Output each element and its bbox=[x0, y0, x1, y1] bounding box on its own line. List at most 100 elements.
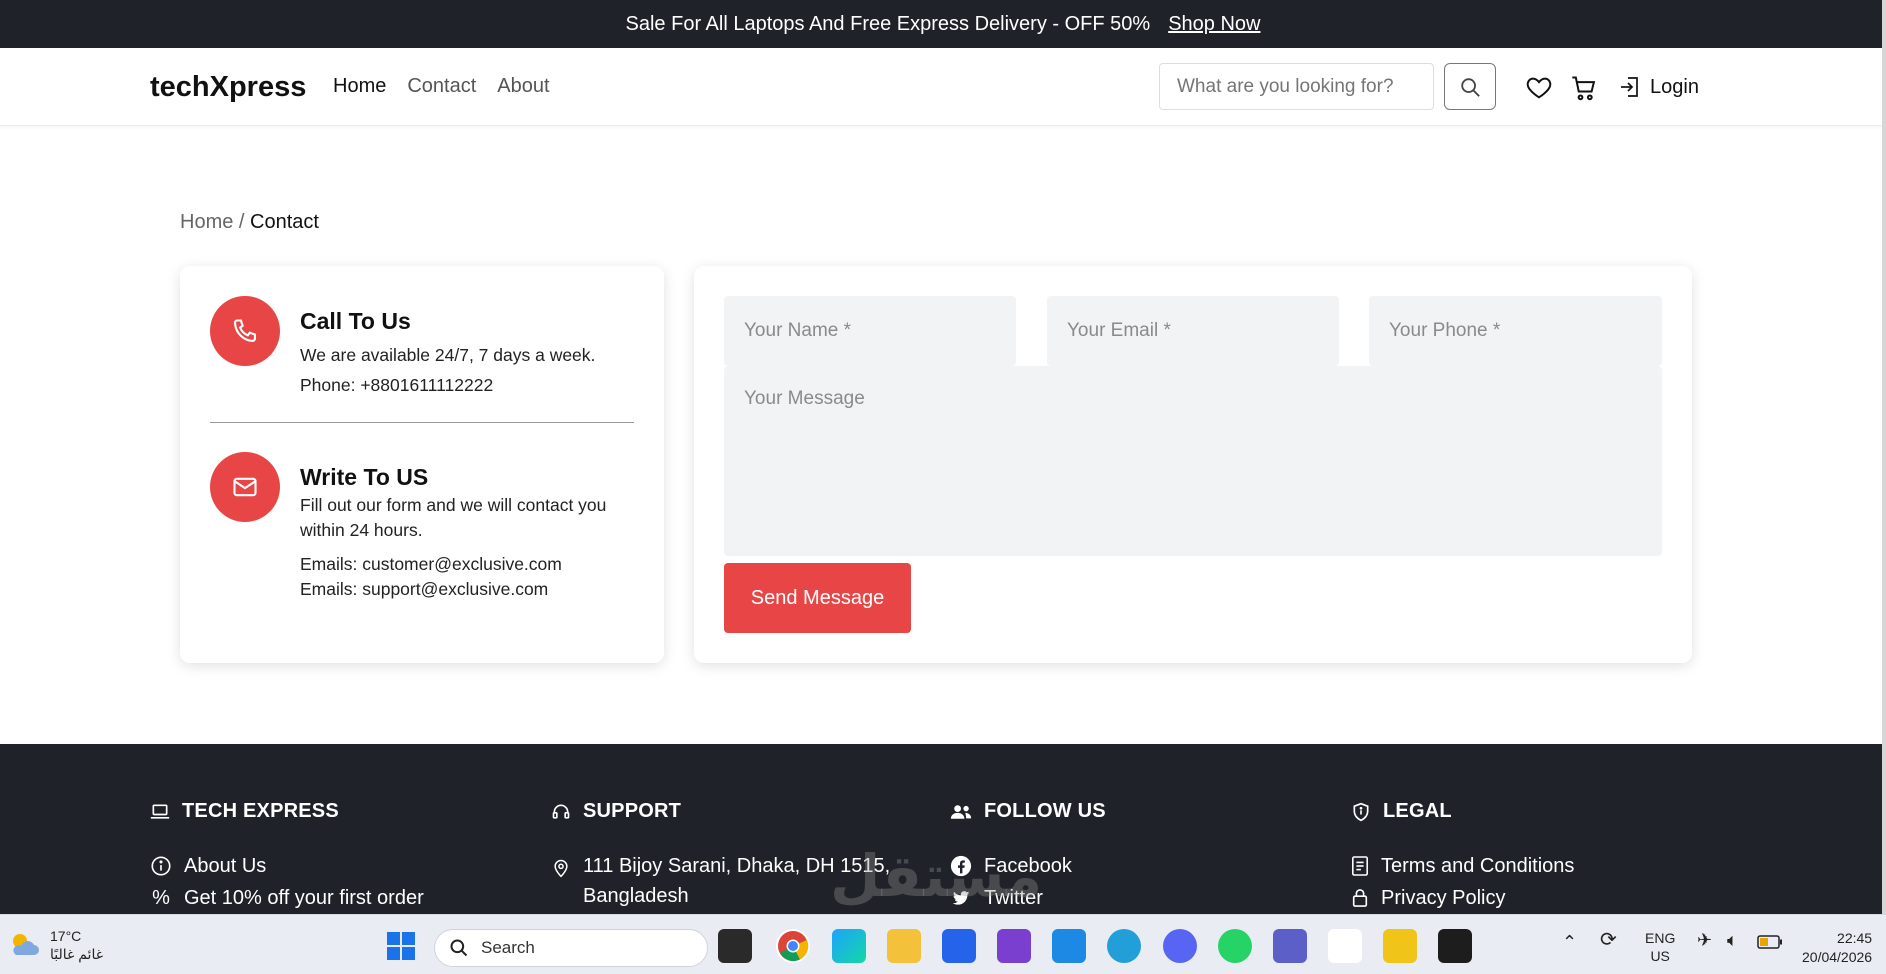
footer-link-terms[interactable]: Terms and Conditions bbox=[1351, 851, 1574, 881]
footer-col-tech-express: TECH EXPRESS About Us % Get 10% off your… bbox=[150, 800, 424, 913]
message-textarea[interactable] bbox=[724, 366, 1662, 556]
call-title: Call To Us bbox=[300, 308, 411, 334]
site-footer: TECH EXPRESS About Us % Get 10% off your… bbox=[0, 744, 1882, 914]
windows-taskbar: 17°C غائم غالبًا Search ⌃ ⟳ ENG US ✈ 🔈︎ … bbox=[0, 914, 1886, 974]
vscode-app-icon[interactable] bbox=[1052, 929, 1086, 963]
battery-icon[interactable] bbox=[1757, 935, 1783, 953]
nav-home[interactable]: Home bbox=[333, 75, 386, 98]
contact-info-card: Call To Us We are available 24/7, 7 days… bbox=[180, 266, 664, 663]
footer-col-legal: LEGAL Terms and Conditions Privacy Polic… bbox=[1351, 800, 1574, 913]
site-header: techXpress Home Contact About Login bbox=[0, 48, 1882, 126]
search-button[interactable] bbox=[1444, 63, 1496, 110]
site-logo[interactable]: techXpress bbox=[150, 71, 306, 104]
info-icon bbox=[151, 856, 171, 876]
contact-form-card: Send Message bbox=[694, 266, 1692, 663]
edge-app-icon[interactable] bbox=[832, 929, 866, 963]
visual-studio-app-icon[interactable] bbox=[997, 929, 1031, 963]
paint-app-icon[interactable] bbox=[1383, 929, 1417, 963]
footer-col-follow-us: FOLLOW US Facebook Twitter bbox=[950, 800, 1106, 913]
footer-heading-legal: LEGAL bbox=[1351, 800, 1574, 823]
cart-icon bbox=[1572, 76, 1596, 101]
sync-icon[interactable]: ⟳ bbox=[1600, 930, 1617, 950]
login-icon bbox=[1621, 77, 1638, 97]
write-email-customer: Emails: customer@exclusive.com bbox=[300, 554, 562, 574]
shop-now-link[interactable]: Shop Now bbox=[1168, 13, 1260, 36]
footer-link-privacy[interactable]: Privacy Policy bbox=[1351, 883, 1574, 913]
cart-button[interactable] bbox=[1570, 74, 1598, 102]
footer-heading-support: SUPPORT bbox=[551, 800, 890, 823]
breadcrumb-current: Contact bbox=[250, 211, 319, 233]
discord-app-icon[interactable] bbox=[1163, 929, 1197, 963]
airplane-mode-icon[interactable]: ✈ bbox=[1697, 931, 1712, 949]
wishlist-button[interactable] bbox=[1525, 74, 1553, 102]
login-label: Login bbox=[1650, 75, 1699, 98]
write-description: Fill out our form and we will contact yo… bbox=[300, 495, 607, 540]
terminal-app-icon[interactable] bbox=[1438, 929, 1472, 963]
promo-text: Sale For All Laptops And Free Express De… bbox=[625, 12, 1151, 35]
document-icon bbox=[1351, 856, 1369, 876]
promo-banner: Sale For All Laptops And Free Express De… bbox=[0, 0, 1886, 48]
start-button[interactable] bbox=[384, 929, 418, 963]
email-input[interactable] bbox=[1047, 296, 1339, 366]
file-explorer-app-icon[interactable] bbox=[887, 929, 921, 963]
footer-address-line1: 111 Bijoy Sarani, Dhaka, DH 1515, bbox=[583, 855, 891, 877]
lock-icon bbox=[1352, 889, 1368, 907]
footer-col-support: SUPPORT 111 Bijoy Sarani, Dhaka, DH 1515… bbox=[551, 800, 890, 911]
whatsapp-app-icon[interactable] bbox=[1218, 929, 1252, 963]
footer-link-facebook[interactable]: Facebook bbox=[950, 851, 1106, 881]
partly-cloudy-icon bbox=[13, 934, 39, 955]
tray-overflow-chevron-icon[interactable]: ⌃ bbox=[1562, 933, 1577, 951]
page-scrollbar[interactable] bbox=[1882, 0, 1886, 914]
nav-about[interactable]: About bbox=[497, 75, 549, 98]
phone-input[interactable] bbox=[1369, 296, 1662, 366]
volume-icon[interactable]: 🔈︎ bbox=[1727, 931, 1738, 949]
weather-temp: 17°C bbox=[50, 928, 82, 944]
taskbar-search-label: Search bbox=[481, 938, 535, 957]
phone-icon bbox=[210, 296, 280, 366]
store-app-icon[interactable] bbox=[942, 929, 976, 963]
facebook-icon bbox=[950, 855, 972, 877]
shield-icon bbox=[1353, 802, 1369, 821]
weather-widget[interactable]: 17°C غائم غالبًا bbox=[8, 927, 103, 963]
task-view-app-icon[interactable] bbox=[718, 929, 752, 963]
footer-heading-tech-express: TECH EXPRESS bbox=[150, 800, 424, 823]
mail-icon bbox=[210, 452, 280, 522]
taskbar-clock[interactable]: 22:45 20/04/2026 bbox=[1802, 929, 1872, 967]
call-availability: We are available 24/7, 7 days a week. bbox=[300, 345, 596, 365]
footer-address: 111 Bijoy Sarani, Dhaka, DH 1515, Bangla… bbox=[551, 851, 890, 911]
breadcrumb-home[interactable]: Home bbox=[180, 211, 233, 233]
write-email-support: Emails: support@exclusive.com bbox=[300, 579, 549, 599]
call-phone: Phone: +8801611112222 bbox=[300, 375, 494, 395]
windows-logo-icon bbox=[387, 932, 415, 960]
footer-link-discount[interactable]: % Get 10% off your first order bbox=[150, 883, 424, 913]
info-divider bbox=[210, 422, 634, 423]
headset-icon bbox=[552, 804, 570, 819]
heart-icon bbox=[1526, 77, 1552, 99]
weather-condition: غائم غالبًا bbox=[50, 946, 104, 962]
twitter-icon bbox=[952, 891, 970, 905]
laptop-icon bbox=[150, 804, 170, 819]
search-icon bbox=[1461, 77, 1480, 97]
send-message-button[interactable]: Send Message bbox=[724, 563, 911, 633]
login-button[interactable]: Login bbox=[1618, 75, 1699, 99]
taskbar-search[interactable]: Search bbox=[434, 929, 708, 967]
name-input[interactable] bbox=[724, 296, 1016, 366]
footer-address-line2: Bangladesh bbox=[583, 885, 689, 907]
telegram-app-icon[interactable] bbox=[1107, 929, 1141, 963]
language-indicator[interactable]: ENG US bbox=[1645, 929, 1675, 965]
users-icon bbox=[950, 804, 972, 819]
translator-app-icon[interactable] bbox=[1328, 929, 1362, 963]
write-title: Write To US bbox=[300, 464, 429, 490]
chrome-app-icon[interactable] bbox=[776, 929, 810, 963]
clock-time: 22:45 bbox=[1837, 930, 1873, 946]
main-nav: Home Contact About bbox=[333, 75, 550, 98]
footer-link-about-us[interactable]: About Us bbox=[150, 851, 424, 881]
breadcrumb-separator: / bbox=[233, 211, 251, 233]
teams-app-icon[interactable] bbox=[1273, 929, 1307, 963]
clock-date: 20/04/2026 bbox=[1802, 949, 1873, 965]
footer-link-twitter[interactable]: Twitter bbox=[950, 883, 1106, 913]
nav-contact[interactable]: Contact bbox=[407, 75, 476, 98]
search-icon bbox=[450, 939, 468, 957]
search-input[interactable] bbox=[1159, 63, 1434, 110]
breadcrumb: Home / Contact bbox=[180, 211, 319, 234]
